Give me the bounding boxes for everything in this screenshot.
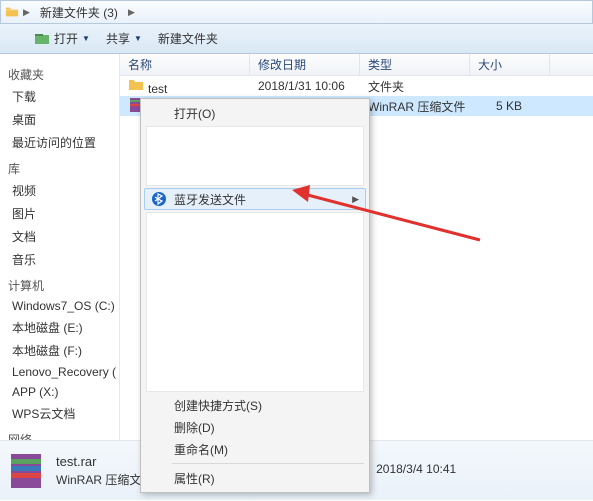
sidebar-item-recent[interactable]: 最近访问的位置 xyxy=(8,131,119,154)
address-bar: ▶ 新建文件夹 (3) ▶ xyxy=(0,0,593,24)
dropdown-icon: ▼ xyxy=(134,34,142,43)
sidebar-group-favorites[interactable]: 收藏夹 xyxy=(8,66,119,83)
share-label: 共享 xyxy=(106,30,130,47)
open-label: 打开 xyxy=(54,30,78,47)
context-menu: 打开(O) 蓝牙发送文件 ▶ 创建快捷方式(S) 删除(D) 重命名(M) 属性… xyxy=(140,98,370,493)
menu-label: 删除(D) xyxy=(174,419,215,436)
new-folder-button[interactable]: 新建文件夹 xyxy=(158,30,218,47)
menu-item-properties[interactable]: 属性(R) xyxy=(144,467,366,489)
sidebar-item-recovery[interactable]: Lenovo_Recovery ( xyxy=(8,362,119,382)
menu-item-delete[interactable]: 删除(D) xyxy=(144,416,366,438)
menu-label: 重命名(M) xyxy=(174,441,228,458)
menu-label: 创建快捷方式(S) xyxy=(174,397,262,414)
sidebar-item-pictures[interactable]: 图片 xyxy=(8,202,119,225)
column-name[interactable]: 名称 xyxy=(120,54,250,75)
bluetooth-icon xyxy=(151,191,167,207)
sidebar-item-drive-f[interactable]: 本地磁盘 (F:) xyxy=(8,339,119,362)
submenu-arrow-icon: ▶ xyxy=(352,194,359,205)
folder-icon xyxy=(5,5,19,19)
rar-icon xyxy=(6,451,46,491)
sidebar-item-desktop[interactable]: 桌面 xyxy=(8,108,119,131)
menu-item-rename[interactable]: 重命名(M) xyxy=(144,438,366,460)
menu-label: 属性(R) xyxy=(174,470,215,487)
chevron-right-icon: ▶ xyxy=(23,7,30,18)
sidebar-group-libraries[interactable]: 库 xyxy=(8,160,119,177)
folder-icon xyxy=(128,77,144,93)
status-filetype: WinRAR 压缩文件 xyxy=(56,471,153,488)
sidebar-item-wps[interactable]: WPS云文档 xyxy=(8,402,119,425)
menu-item-shortcut[interactable]: 创建快捷方式(S) xyxy=(144,394,366,416)
sidebar-item-videos[interactable]: 视频 xyxy=(8,179,119,202)
sidebar-item-drive-c[interactable]: Windows7_OS (C:) xyxy=(8,296,119,316)
menu-label: 打开(O) xyxy=(174,105,215,122)
file-type: 文件夹 xyxy=(360,78,470,95)
file-row[interactable]: test 2018/1/31 10:06 文件夹 xyxy=(120,76,593,96)
share-button[interactable]: 共享 ▼ xyxy=(106,30,142,47)
status-create-value: 2018/3/4 10:41 xyxy=(376,462,456,479)
open-button[interactable]: 打开 ▼ xyxy=(34,30,90,47)
file-type: WinRAR 压缩文件 xyxy=(360,98,470,115)
file-date: 2018/1/31 10:06 xyxy=(250,79,360,93)
column-size[interactable]: 大小 xyxy=(470,54,550,75)
sidebar-group-computer[interactable]: 计算机 xyxy=(8,277,119,294)
menu-item-bluetooth[interactable]: 蓝牙发送文件 ▶ xyxy=(144,188,366,210)
sidebar-group-network[interactable]: 网络 xyxy=(8,431,119,440)
menu-separator xyxy=(172,463,364,464)
nav-sidebar: 收藏夹 下载 桌面 最近访问的位置 库 视频 图片 文档 音乐 计算机 Wind… xyxy=(0,54,120,440)
column-headers: 名称 修改日期 类型 大小 xyxy=(120,54,593,76)
new-folder-label: 新建文件夹 xyxy=(158,30,218,47)
sidebar-item-music[interactable]: 音乐 xyxy=(8,248,119,271)
status-filename: test.rar xyxy=(56,454,153,469)
file-name: test xyxy=(148,82,167,96)
toolbar: 打开 ▼ 共享 ▼ 新建文件夹 xyxy=(0,24,593,54)
file-size: 5 KB xyxy=(470,99,530,113)
sidebar-item-drive-x[interactable]: APP (X:) xyxy=(8,382,119,402)
open-icon xyxy=(34,31,50,47)
sidebar-item-drive-e[interactable]: 本地磁盘 (E:) xyxy=(8,316,119,339)
menu-label: 蓝牙发送文件 xyxy=(174,191,246,208)
chevron-right-icon: ▶ xyxy=(128,7,135,18)
dropdown-icon: ▼ xyxy=(82,34,90,43)
sidebar-item-downloads[interactable]: 下载 xyxy=(8,85,119,108)
menu-blank-area xyxy=(146,126,364,186)
column-date[interactable]: 修改日期 xyxy=(250,54,360,75)
breadcrumb-folder[interactable]: 新建文件夹 (3) xyxy=(34,2,124,23)
menu-blank-area xyxy=(146,212,364,392)
menu-item-open[interactable]: 打开(O) xyxy=(144,102,366,124)
column-type[interactable]: 类型 xyxy=(360,54,470,75)
sidebar-item-documents[interactable]: 文档 xyxy=(8,225,119,248)
